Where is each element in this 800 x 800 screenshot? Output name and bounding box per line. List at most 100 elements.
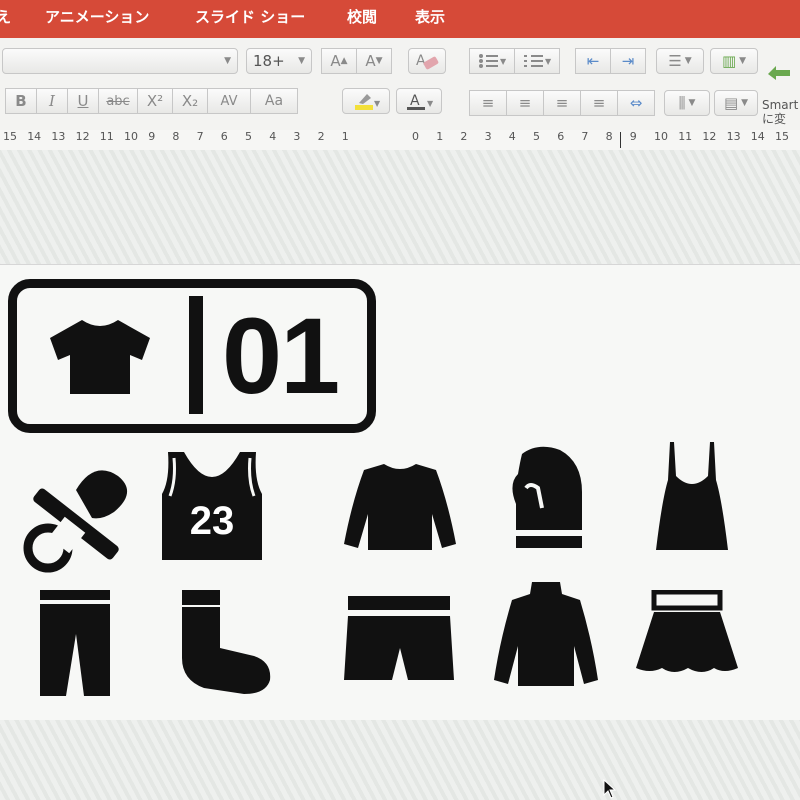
line-spacing-icon: ☰ (668, 52, 682, 70)
ruler-tick-label: 7 (196, 130, 204, 143)
sock-icon (182, 590, 271, 694)
ruler-tick-label: 1 (341, 130, 349, 143)
ruler-tab-marker[interactable] (620, 132, 621, 148)
character-spacing-button[interactable]: AV (207, 88, 251, 114)
turtleneck-icon (494, 582, 598, 686)
increase-indent-button[interactable]: ⇥ (610, 48, 646, 74)
align-right-button[interactable]: ≡ (543, 90, 581, 116)
label-divider (189, 296, 203, 414)
columns-button[interactable]: ▥ ▼ (710, 48, 758, 74)
distribute-button[interactable]: ⇔ (617, 90, 655, 116)
justify-button[interactable]: ≡ (580, 90, 618, 116)
mitten-icon (512, 446, 582, 548)
indent-group: ⇤ ⇥ (575, 48, 646, 74)
strikethrough-button[interactable]: abc (98, 88, 138, 114)
ruler-tick-label: 3 (293, 130, 301, 143)
change-case-button[interactable]: Aa (250, 88, 298, 114)
chevron-down-icon: ▼ (741, 98, 749, 108)
ruler-tick-label: 6 (220, 130, 228, 143)
text-style-group: B I U abc X² X₂ AV Aa (5, 88, 298, 114)
align-text-button[interactable]: ▤ ▼ (714, 90, 758, 116)
align-center-icon: ≡ (518, 94, 532, 112)
font-grow-button[interactable]: A ▲ (321, 48, 357, 74)
ribbon: ▼ 18+ ▼ A ▲ A ▼ A B I U abc X² X₂ AV Aa ▼ … (0, 38, 800, 130)
clear-formatting-button[interactable]: A (408, 48, 446, 74)
basketball-jersey-icon: 23 (162, 452, 262, 560)
alignment-group: ≡ ≡ ≡ ≡ ⇔ (469, 90, 655, 116)
ruler-tick-label: 13 (51, 130, 66, 143)
menu-item-review[interactable]: 校閲 (347, 6, 377, 27)
menu-item-view[interactable]: 表示 (415, 6, 445, 27)
svg-text:A: A (416, 53, 426, 69)
ruler-tick-label: 2 (317, 130, 325, 143)
svg-text:▼: ▼ (427, 99, 434, 108)
bullet-list-button[interactable]: ▼ (469, 48, 515, 74)
convert-to-smartart-button[interactable]: Smart に変 (762, 98, 798, 126)
mouse-pointer-icon (603, 779, 617, 799)
svg-text:A: A (410, 93, 420, 109)
ruler-tick-label: 12 (75, 130, 90, 143)
distribute-icon: ⇔ (629, 94, 643, 112)
numbered-list-icon: ▼ (524, 55, 552, 67)
chevron-down-icon: ▼ (298, 56, 305, 66)
ruler-tick-label: 8 (172, 130, 180, 143)
ruler-tick-label: 8 (605, 130, 613, 143)
menu-bar: え アニメーション スライド ショー 校閲 表示 (0, 0, 800, 38)
font-grow-shrink-group: A ▲ A ▼ (321, 48, 392, 74)
menu-item-slideshow[interactable]: スライド ショー (195, 6, 305, 27)
ruler-tick-label: 10 (124, 130, 138, 143)
justify-icon: ≡ (592, 94, 606, 112)
ruler-tick-label: 4 (508, 130, 516, 143)
ruler-tick-label: 5 (245, 130, 252, 143)
align-text-icon: ▤ (723, 94, 739, 112)
align-center-button[interactable]: ≡ (506, 90, 544, 116)
align-left-button[interactable]: ≡ (469, 90, 507, 116)
pacifier-icon (23, 470, 128, 573)
numbered-list-button[interactable]: ▼ (514, 48, 560, 74)
shorts-icon (344, 596, 454, 680)
ruler-tick-label: 15 (3, 130, 17, 143)
italic-button[interactable]: I (36, 88, 68, 114)
horizontal-ruler[interactable]: 15 14 13 12 11 10 9 8 7 6 5 4 3 2 1 0 1 2 3 4 5 6 7 8 9 10 11 12 13 1… (0, 130, 800, 151)
line-spacing-button[interactable]: ☰ ▼ (656, 48, 704, 74)
pants-icon (40, 590, 110, 696)
smartart-label-line2: に変 (762, 112, 787, 126)
ruler-tick-label: 4 (269, 130, 277, 143)
text-direction-icon: ⫼ (678, 94, 686, 112)
font-color-button[interactable]: A ▼ (396, 88, 442, 114)
font-size-value: 18+ (253, 52, 285, 70)
ruler-tick-label: 2 (460, 130, 468, 143)
smartart-label-line1: Smart (762, 98, 799, 112)
camisole-icon (656, 442, 728, 550)
menu-item-partial[interactable]: え (0, 6, 11, 27)
svg-text:▼: ▼ (500, 57, 507, 66)
decrease-indent-button[interactable]: ⇤ (575, 48, 611, 74)
columns-icon: ▥ (721, 52, 737, 70)
ruler-tick-label: 1 (436, 130, 444, 143)
ruler-tick-label: 9 (629, 130, 637, 143)
menu-item-animation[interactable]: アニメーション (45, 6, 149, 27)
highlight-color-button[interactable]: ▼ (342, 88, 390, 114)
ruler-tick-label: 15 (775, 130, 789, 143)
font-size-select[interactable]: 18+ ▼ (246, 48, 312, 74)
ruler-tick-label: 13 (726, 130, 741, 143)
highlighter-icon: ▼ (355, 94, 381, 110)
ruler-tick-label: 10 (654, 130, 668, 143)
bold-button[interactable]: B (5, 88, 37, 114)
superscript-button[interactable]: X² (137, 88, 173, 114)
chevron-down-icon: ▼ (688, 98, 696, 108)
font-color-icon: A ▼ (407, 93, 434, 110)
align-left-icon: ≡ (481, 94, 495, 112)
subscript-button[interactable]: X₂ (172, 88, 208, 114)
font-shrink-button[interactable]: A ▼ (356, 48, 392, 74)
chevron-down-icon: ▼ (684, 56, 692, 66)
font-name-select[interactable]: ▼ (2, 48, 238, 74)
long-sleeve-shirt-icon (344, 464, 456, 550)
chevron-down-icon: ▼ (224, 56, 231, 66)
skirt-icon (636, 590, 738, 672)
text-direction-button[interactable]: ⫼ ▼ (664, 90, 710, 116)
underline-button[interactable]: U (67, 88, 99, 114)
align-right-icon: ≡ (555, 94, 569, 112)
ruler-tick-label: 11 (99, 130, 114, 143)
smartart-icon[interactable] (766, 60, 792, 80)
